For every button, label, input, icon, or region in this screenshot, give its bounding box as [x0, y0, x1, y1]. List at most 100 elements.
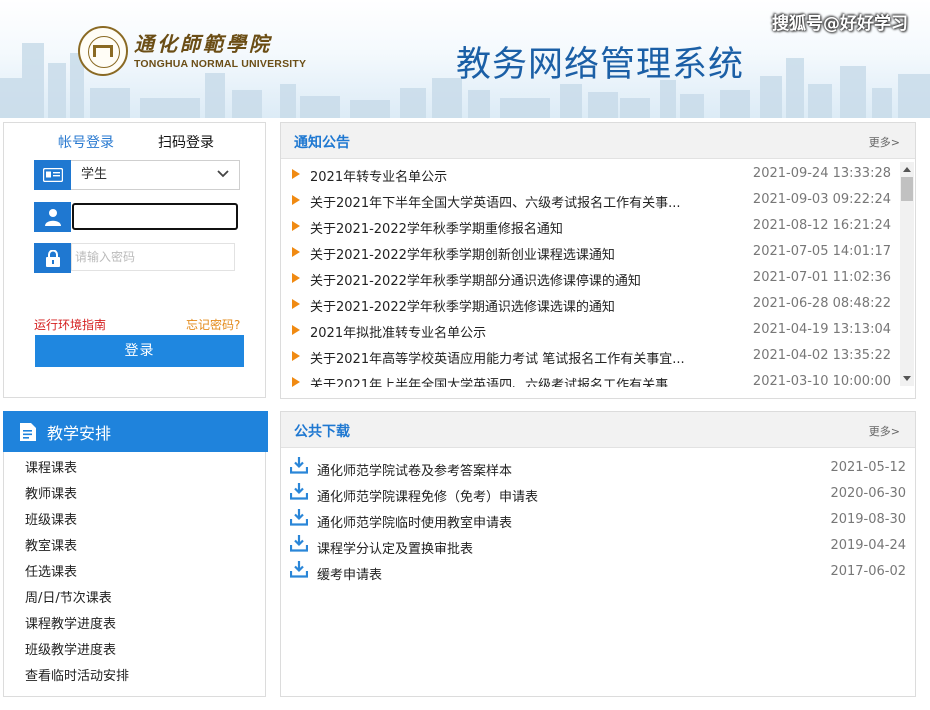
notice-title-link[interactable]: 关于2021-2022学年秋季学期重修报名通知 — [310, 218, 563, 237]
notice-date: 2021-07-05 14:01:17 — [752, 244, 891, 259]
university-logo: 通化師範學院 TONGHUA NORMAL UNIVERSITY — [78, 26, 306, 76]
list-item: 通化师范学院试卷及参考答案样本 2021-05-12 — [281, 456, 915, 482]
download-icon — [290, 483, 308, 500]
notice-scrollbar[interactable] — [900, 162, 914, 386]
notice-date: 2021-09-03 09:22:24 — [752, 192, 891, 207]
arrow-right-icon — [292, 247, 300, 257]
menu-item-class-schedule[interactable]: 班级课表 — [25, 511, 129, 537]
menu-title: 教学安排 — [47, 423, 112, 443]
notice-date: 2021-07-01 11:02:36 — [752, 270, 891, 285]
arrow-right-icon — [292, 195, 300, 205]
list-item: 课程学分认定及置换审批表 2019-04-24 — [281, 534, 915, 560]
password-input[interactable] — [71, 243, 235, 271]
download-title-link[interactable]: 通化师范学院试卷及参考答案样本 — [317, 460, 512, 479]
download-date: 2019-08-30 — [830, 512, 906, 527]
notice-list: 2021年转专业名单公示 2021-09-24 13:33:28 关于2021年… — [281, 162, 899, 387]
menu-item-course-schedule[interactable]: 课程课表 — [25, 459, 129, 485]
document-icon — [19, 422, 37, 442]
download-panel-title: 公共下载 — [294, 424, 350, 440]
menu-items: 课程课表 教师课表 班级课表 教室课表 任选课表 周/日/节次课表 课程教学进度… — [25, 459, 129, 693]
id-card-icon — [34, 160, 71, 190]
list-item: 通化师范学院临时使用教室申请表 2019-08-30 — [281, 508, 915, 534]
notice-title-link[interactable]: 关于2021年高等学校英语应用能力考试 笔试报名工作有关事宜... — [310, 348, 685, 367]
download-list: 通化师范学院试卷及参考答案样本 2021-05-12 通化师范学院课程免修（免考… — [281, 456, 915, 586]
list-item: 关于2021-2022学年秋季学期创新创业课程选课通知 2021-07-05 1… — [281, 240, 899, 266]
scroll-up-icon[interactable] — [903, 167, 911, 172]
download-title-link[interactable]: 通化师范学院课程免修（免考）申请表 — [317, 486, 538, 505]
menu-item-elective-schedule[interactable]: 任选课表 — [25, 563, 129, 589]
username-input[interactable] — [72, 203, 238, 230]
arrow-right-icon — [292, 169, 300, 179]
notice-title-link[interactable]: 关于2021年上半年全国大学英语四、六级考试报名工作有关事... — [310, 374, 680, 387]
notice-date: 2021-03-10 10:00:00 — [752, 374, 891, 387]
notice-date: 2021-09-24 13:33:28 — [752, 166, 891, 181]
notice-title-link[interactable]: 关于2021-2022学年秋季学期创新创业课程选课通知 — [310, 244, 615, 263]
university-seal-icon — [78, 26, 128, 76]
list-item: 通化师范学院课程免修（免考）申请表 2020-06-30 — [281, 482, 915, 508]
list-item: 2021年拟批准转专业名单公示 2021-04-19 13:13:04 — [281, 318, 899, 344]
arrow-right-icon — [292, 273, 300, 283]
teaching-arrangement-menu: 教学安排 课程课表 教师课表 班级课表 教室课表 任选课表 周/日/节次课表 课… — [3, 411, 268, 697]
role-select-row: 学生 — [34, 160, 240, 190]
list-item: 关于2021年上半年全国大学英语四、六级考试报名工作有关事... 2021-03… — [281, 370, 899, 387]
notice-date: 2021-08-12 16:21:24 — [752, 218, 891, 233]
download-panel-header: 公共下载 更多> — [281, 412, 915, 448]
page-header: 通化師範學院 TONGHUA NORMAL UNIVERSITY 教务网络管理系… — [0, 0, 930, 118]
scroll-thumb[interactable] — [901, 177, 913, 201]
menu-item-classroom-schedule[interactable]: 教室课表 — [25, 537, 129, 563]
watermark-text: 搜狐号@好好学习 — [772, 14, 908, 34]
notice-title-link[interactable]: 关于2021-2022学年秋季学期通识选修课选课的通知 — [310, 296, 615, 315]
download-date: 2019-04-24 — [830, 538, 906, 553]
download-panel: 公共下载 更多> 通化师范学院试卷及参考答案样本 2021-05-12 通化师范… — [280, 411, 916, 697]
notice-panel-title: 通知公告 — [294, 135, 350, 151]
download-date: 2017-06-02 — [830, 564, 906, 579]
chevron-down-icon — [217, 170, 229, 178]
notice-title-link[interactable]: 2021年拟批准转专业名单公示 — [310, 322, 486, 341]
notice-title-link[interactable]: 2021年转专业名单公示 — [310, 166, 447, 185]
notice-title-link[interactable]: 关于2021-2022学年秋季学期部分通识选修课停课的通知 — [310, 270, 641, 289]
menu-item-course-progress[interactable]: 课程教学进度表 — [25, 615, 129, 641]
username-row — [34, 202, 240, 232]
notice-panel-header: 通知公告 更多> — [281, 123, 915, 159]
download-title-link[interactable]: 缓考申请表 — [317, 564, 382, 583]
menu-item-class-progress[interactable]: 班级教学进度表 — [25, 641, 129, 667]
login-button[interactable]: 登录 — [35, 335, 244, 367]
download-more-link[interactable]: 更多> — [869, 423, 900, 439]
download-icon — [290, 561, 308, 578]
list-item: 关于2021年高等学校英语应用能力考试 笔试报名工作有关事宜... 2021-0… — [281, 344, 899, 370]
notice-date: 2021-06-28 08:48:22 — [752, 296, 891, 311]
list-item: 关于2021-2022学年秋季学期通识选修课选课的通知 2021-06-28 0… — [281, 292, 899, 318]
role-select-value: 学生 — [81, 167, 108, 182]
logo-chinese-name: 通化師範學院 — [134, 32, 272, 56]
arrow-right-icon — [292, 351, 300, 361]
download-title-link[interactable]: 通化师范学院临时使用教室申请表 — [317, 512, 512, 531]
download-title-link[interactable]: 课程学分认定及置换审批表 — [317, 538, 473, 557]
tab-qr-login[interactable]: 扫码登录 — [158, 132, 214, 154]
menu-item-week-day-period-schedule[interactable]: 周/日/节次课表 — [25, 589, 129, 615]
download-icon — [290, 457, 308, 474]
list-item: 关于2021年下半年全国大学英语四、六级考试报名工作有关事... 2021-09… — [281, 188, 899, 214]
notice-title-link[interactable]: 关于2021年下半年全国大学英语四、六级考试报名工作有关事... — [310, 192, 680, 211]
download-icon — [290, 509, 308, 526]
list-item: 关于2021-2022学年秋季学期部分通识选修课停课的通知 2021-07-01… — [281, 266, 899, 292]
menu-item-temporary-activities[interactable]: 查看临时活动安排 — [25, 667, 129, 693]
password-row — [34, 243, 240, 273]
download-icon — [290, 535, 308, 552]
list-item: 2021年转专业名单公示 2021-09-24 13:33:28 — [281, 162, 899, 188]
tab-account-login[interactable]: 帐号登录 — [58, 132, 114, 154]
list-item: 关于2021-2022学年秋季学期重修报名通知 2021-08-12 16:21… — [281, 214, 899, 240]
arrow-right-icon — [292, 325, 300, 335]
menu-item-teacher-schedule[interactable]: 教师课表 — [25, 485, 129, 511]
role-select[interactable]: 学生 — [71, 160, 240, 190]
login-panel: 帐号登录 扫码登录 学生 运行环境指南 忘记密码? 登录 — [3, 122, 266, 398]
menu-header: 教学安排 — [3, 411, 268, 452]
list-item: 缓考申请表 2017-06-02 — [281, 560, 915, 586]
notice-more-link[interactable]: 更多> — [869, 134, 900, 150]
notice-date: 2021-04-19 13:13:04 — [752, 322, 891, 337]
forgot-password-link[interactable]: 忘记密码? — [186, 316, 240, 333]
env-guide-link[interactable]: 运行环境指南 — [34, 316, 106, 333]
logo-english-name: TONGHUA NORMAL UNIVERSITY — [134, 58, 307, 70]
scroll-down-icon[interactable] — [903, 376, 911, 381]
system-title: 教务网络管理系统 — [456, 45, 745, 85]
download-date: 2021-05-12 — [830, 460, 906, 475]
